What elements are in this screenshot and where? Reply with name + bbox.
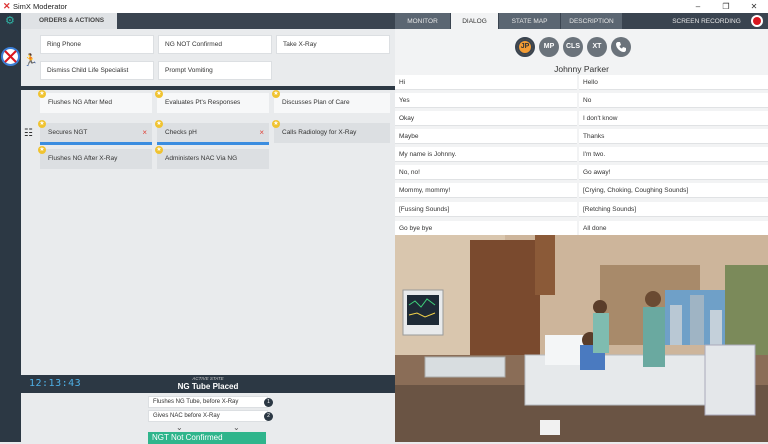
character-jp-button[interactable]: JP	[515, 37, 535, 57]
dialog-line[interactable]: All done	[579, 221, 768, 235]
window-controls: – ❐ ✕	[684, 0, 768, 13]
action-flushes-ng-after-xray[interactable]: ★ Flushes NG After X-Ray	[38, 146, 152, 169]
minimize-button[interactable]: –	[684, 0, 712, 13]
transition-number: 2	[264, 412, 273, 421]
star-icon: ★	[155, 90, 163, 98]
action-label: Checks pH	[165, 129, 197, 136]
star-icon: ★	[155, 146, 163, 154]
transition-item[interactable]: Gives NAC before X-Ray 2	[148, 410, 273, 422]
dialog-line[interactable]: I'm two.	[579, 147, 768, 162]
active-state-bar: 12:13:43 ACTIVE STATE NG Tube Placed	[21, 375, 395, 393]
chevron-down-icon: ⌄	[176, 423, 183, 432]
star-icon: ★	[155, 120, 163, 128]
dialog-line[interactable]: [Crying, Choking, Coughing Sounds]	[579, 183, 768, 198]
dialog-line[interactable]: No	[579, 93, 768, 108]
action-checks-ph[interactable]: ★ Checks pH ×	[155, 120, 269, 143]
orders-actions-header: ORDERS & ACTIONS	[21, 13, 117, 29]
action-evaluates-responses[interactable]: ★ Evaluates Pt's Responses	[155, 90, 269, 113]
action-flushes-ng-after-med[interactable]: ★ Flushes NG After Med	[38, 90, 152, 113]
action-label: Calls Radiology for X-Ray	[282, 129, 357, 136]
dialog-line[interactable]: Go bye bye	[395, 221, 577, 235]
dialog-line[interactable]: [Retching Sounds]	[579, 202, 768, 217]
order-prompt-vomiting[interactable]: Prompt Vomiting	[158, 61, 272, 80]
star-icon: ★	[38, 146, 46, 154]
app-logo-icon: ✕	[3, 1, 11, 11]
settings-gear-icon[interactable]: ⚙	[5, 16, 16, 27]
action-label: Flushes NG After X-Ray	[48, 155, 118, 162]
dialog-line[interactable]: Mommy, mommy!	[395, 183, 577, 198]
order-ng-not-confirmed[interactable]: NG NOT Confirmed	[158, 35, 272, 54]
orders-actions-panel	[21, 29, 395, 375]
chevron-down-icon: ⌄	[233, 423, 240, 432]
section-divider	[21, 86, 395, 90]
transition-label: Flushes NG Tube, before X-Ray	[153, 399, 239, 405]
remove-action-icon[interactable]: ×	[259, 123, 264, 143]
window-titlebar: ✕ SimX Moderator – ❐ ✕	[0, 0, 768, 13]
action-label: Administers NAC Via NG	[165, 155, 238, 162]
phone-button[interactable]	[611, 37, 631, 57]
action-label: Flushes NG After Med	[48, 99, 112, 106]
maximize-button[interactable]: ❐	[712, 0, 740, 13]
tab-monitor[interactable]: MONITOR	[395, 13, 451, 29]
action-administers-nac[interactable]: ★ Administers NAC Via NG	[155, 146, 269, 169]
action-label: Discusses Plan of Care	[282, 99, 350, 106]
character-selector: JP MP CLS XT	[515, 37, 631, 57]
next-state-button[interactable]: NGT Not Confirmed	[148, 432, 266, 444]
dialog-line[interactable]: My name is Johnny.	[395, 147, 577, 162]
order-dismiss-child-life[interactable]: Dismiss Child Life Specialist	[40, 61, 154, 80]
close-button[interactable]: ✕	[740, 0, 768, 13]
action-calls-radiology[interactable]: ★ Calls Radiology for X-Ray	[272, 120, 390, 143]
dialog-line[interactable]: Okay	[395, 111, 577, 126]
remove-action-icon[interactable]: ×	[142, 123, 147, 143]
star-icon: ★	[272, 120, 280, 128]
star-icon: ★	[272, 90, 280, 98]
order-ring-phone[interactable]: Ring Phone	[40, 35, 154, 54]
dialog-panel: JP MP CLS XT Johnny Parker Hi Hello Yes …	[395, 29, 768, 235]
active-state-label: ACTIVE STATE	[192, 376, 224, 381]
star-icon: ★	[38, 90, 46, 98]
tab-description[interactable]: DESCRIPTION	[561, 13, 623, 29]
action-discusses-plan-of-care[interactable]: ★ Discusses Plan of Care	[272, 90, 390, 113]
tab-dialog[interactable]: DIALOG	[451, 13, 499, 29]
order-take-xray[interactable]: Take X-Ray	[276, 35, 390, 54]
dialog-line[interactable]: Yes	[395, 93, 577, 108]
left-rail: ⚙	[0, 13, 21, 442]
character-xt-button[interactable]: XT	[587, 37, 607, 57]
dialog-line[interactable]: No, no!	[395, 165, 577, 180]
window-title: SimX Moderator	[13, 2, 68, 11]
active-state-name: NG Tube Placed	[177, 382, 239, 391]
character-mp-button[interactable]: MP	[539, 37, 559, 57]
record-button-icon[interactable]	[751, 15, 763, 27]
dialog-line[interactable]: I don't know	[579, 111, 768, 126]
action-label: Evaluates Pt's Responses	[165, 99, 241, 106]
action-label: Secures NGT	[48, 129, 88, 136]
next-state-label: NGT Not Confirmed	[152, 433, 223, 442]
tab-state-map[interactable]: STATE MAP	[499, 13, 561, 29]
running-person-icon: 🏃	[23, 53, 38, 67]
star-icon: ★	[38, 120, 46, 128]
character-cls-button[interactable]: CLS	[563, 37, 583, 57]
no-entry-icon	[4, 50, 17, 63]
right-tabs: MONITOR DIALOG STATE MAP DESCRIPTION SCR…	[395, 13, 768, 29]
orders-actions-title: ORDERS & ACTIONS	[39, 17, 105, 24]
remove-orders-button[interactable]	[1, 47, 20, 66]
action-secures-ngt[interactable]: ★ Secures NGT ×	[38, 120, 152, 143]
dialog-line[interactable]: Maybe	[395, 129, 577, 144]
transition-item[interactable]: Flushes NG Tube, before X-Ray 1	[148, 396, 273, 408]
dialog-line[interactable]: Hi	[395, 75, 577, 90]
dialog-line[interactable]: Go away!	[579, 165, 768, 180]
simulation-3d-view[interactable]	[395, 235, 768, 442]
phone-icon	[616, 42, 626, 52]
action-progress-bar	[157, 142, 269, 145]
character-name: Johnny Parker	[554, 64, 609, 74]
dialog-line[interactable]: [Fussing Sounds]	[395, 202, 577, 217]
transition-number: 1	[264, 398, 273, 407]
sequence-list-icon: ☷	[24, 128, 33, 139]
action-progress-bar	[40, 142, 152, 145]
dialog-line[interactable]: Hello	[579, 75, 768, 90]
header-spacer	[117, 13, 395, 29]
dialog-line[interactable]: Thanks	[579, 129, 768, 144]
hospital-room-scene	[395, 235, 768, 442]
transition-label: Gives NAC before X-Ray	[153, 413, 220, 419]
